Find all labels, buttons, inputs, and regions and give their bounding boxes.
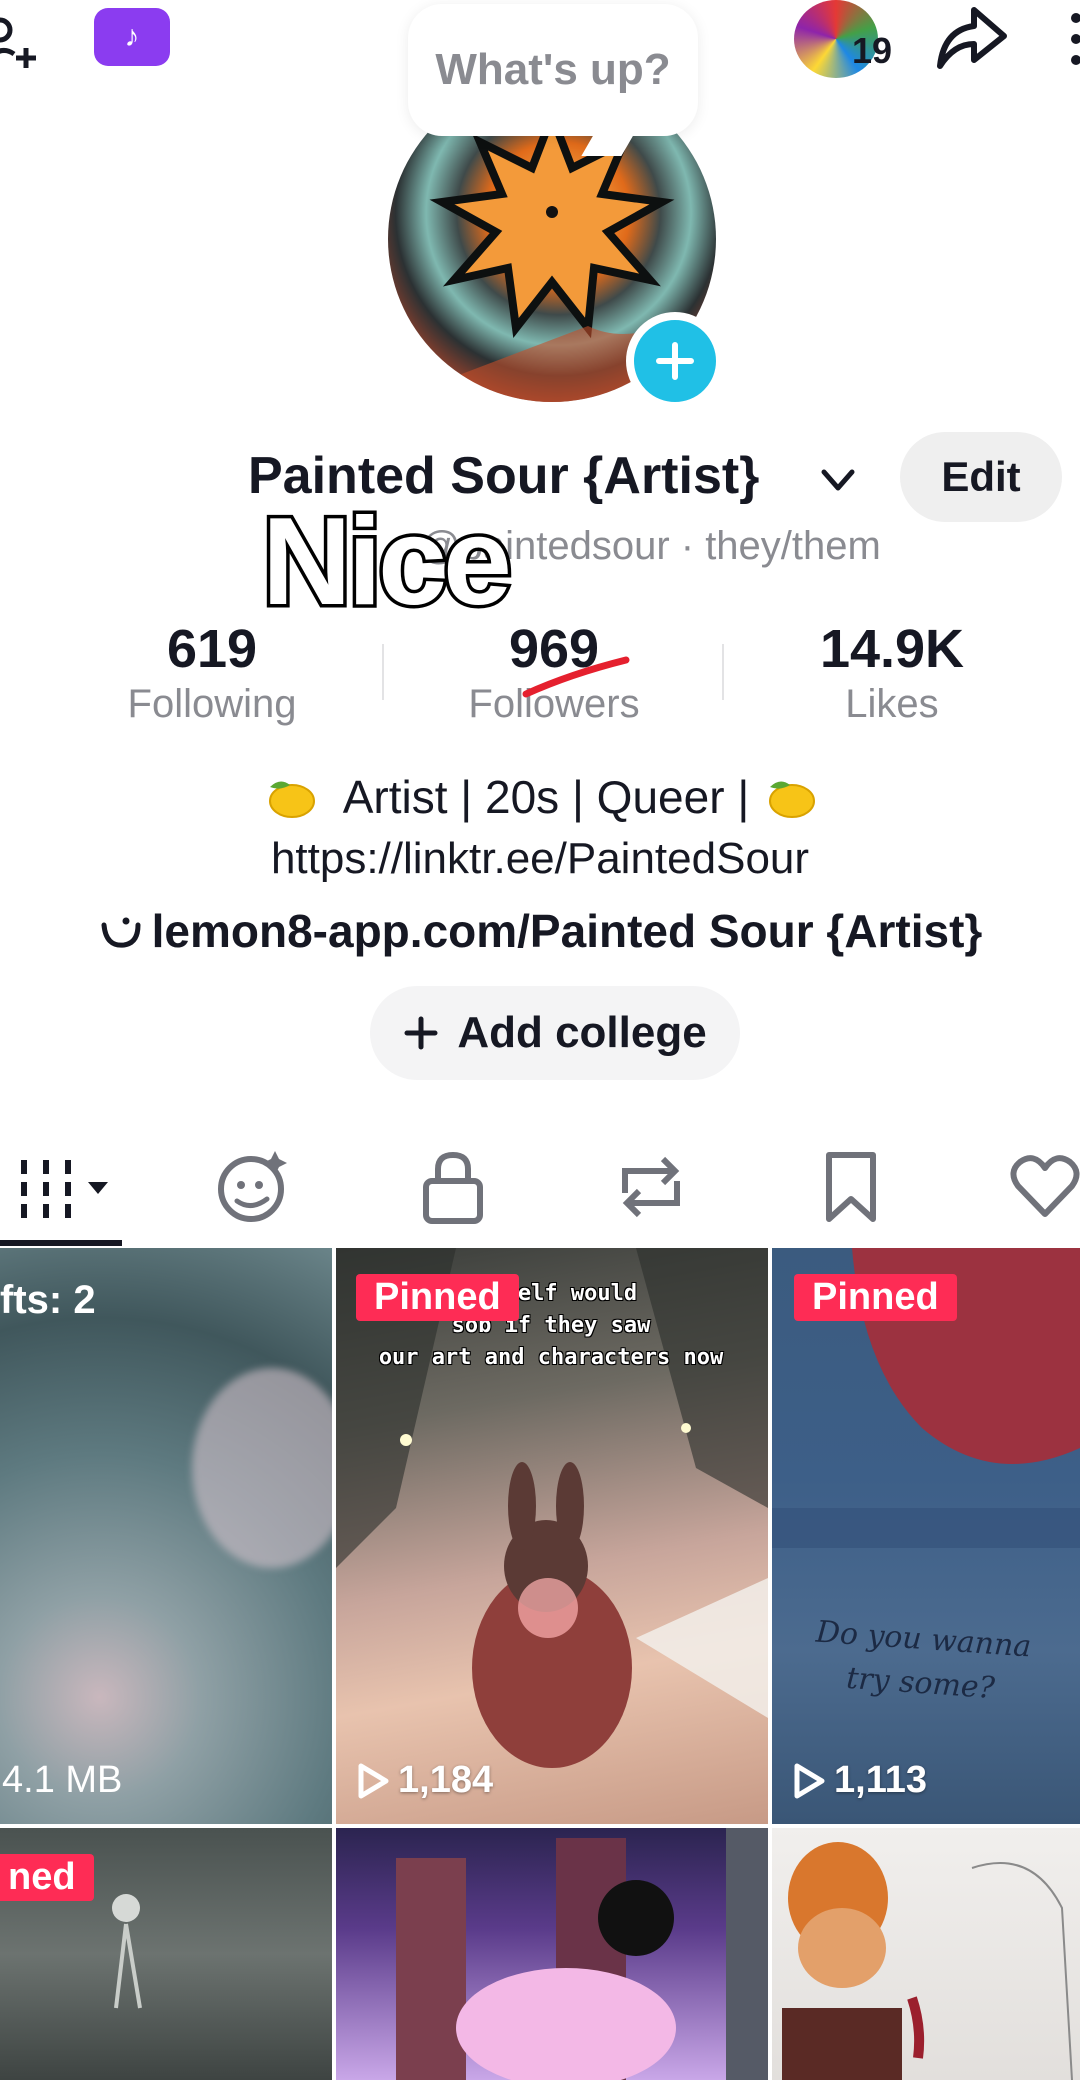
active-tab-indicator xyxy=(0,1240,122,1246)
lemon-icon xyxy=(769,781,816,818)
plus-icon xyxy=(404,1016,438,1050)
red-annotation-mark xyxy=(522,656,630,698)
video-tile[interactable]: ned xyxy=(0,1828,332,2080)
stat-likes[interactable]: 14.9K Likes xyxy=(742,618,1042,727)
video-thumbnail-art xyxy=(782,1842,1073,2080)
lemon-icon xyxy=(268,781,315,818)
whats-up-bubble[interactable]: What's up? xyxy=(408,4,698,136)
bio-line: Artist | 20s | Queer | xyxy=(0,770,1080,824)
chevron-down-icon[interactable] xyxy=(818,460,858,500)
bio-link[interactable]: https://linktr.ee/PaintedSour xyxy=(0,834,1080,884)
add-college-button[interactable]: Add college xyxy=(370,986,740,1080)
heart-icon xyxy=(1010,1155,1080,1217)
play-icon xyxy=(358,1763,389,1798)
video-tile[interactable] xyxy=(772,1828,1080,2080)
stat-divider xyxy=(382,644,384,700)
video-tile[interactable]: er self would sob if they saw our art an… xyxy=(336,1248,768,1824)
top-bar: ♪ What's up? 19 xyxy=(0,0,1080,156)
tab-private[interactable] xyxy=(408,1142,498,1232)
lemon8-link[interactable]: lemon8-app.com/Painted Sour {Artist} xyxy=(0,904,1080,958)
profile-tabs xyxy=(0,1136,1080,1246)
tab-videos[interactable] xyxy=(14,1142,124,1232)
lock-icon xyxy=(423,1151,483,1224)
video-thumbnail-art xyxy=(396,1828,768,2080)
tab-reposts[interactable] xyxy=(606,1142,696,1232)
play-icon xyxy=(794,1763,825,1798)
plus-icon xyxy=(656,342,694,380)
pinned-badge: Pinned xyxy=(356,1274,519,1321)
edit-profile-button[interactable]: Edit xyxy=(900,432,1062,522)
video-tile[interactable]: Do you wanna try some? Pinned 1,113 xyxy=(772,1248,1080,1824)
tab-ai-self[interactable] xyxy=(208,1142,298,1232)
drafts-count: fts: 2 xyxy=(0,1278,96,1322)
drafts-tile[interactable]: fts: 2 4.1 MB xyxy=(0,1248,332,1824)
tab-favorites[interactable] xyxy=(806,1142,896,1232)
tab-liked[interactable] xyxy=(1010,1142,1080,1232)
stat-following[interactable]: 619 Following xyxy=(62,618,362,727)
stat-label: Following xyxy=(127,682,297,726)
pinned-badge-partial: ned xyxy=(0,1854,94,1901)
video-thumbnail-art xyxy=(772,1248,1080,1548)
stat-label: Likes xyxy=(845,682,939,726)
drafts-size: 4.1 MB xyxy=(2,1759,123,1801)
add-story-button[interactable] xyxy=(626,312,724,410)
pinned-badge: Pinned xyxy=(794,1274,957,1321)
stat-value: 619 xyxy=(166,619,258,679)
grid-icon xyxy=(21,1160,108,1218)
story-count: 19 xyxy=(852,30,893,71)
video-note-text: Do you wanna try some? xyxy=(814,1614,1033,1707)
video-caption-overlay: Nice xyxy=(259,493,516,631)
stat-divider xyxy=(722,644,724,700)
bookmark-icon xyxy=(826,1152,876,1222)
view-count: 1,184 xyxy=(356,1759,493,1802)
stat-value: 14.9K xyxy=(819,619,965,679)
tiktok-studio-icon[interactable]: ♪ xyxy=(94,8,170,66)
video-tile[interactable] xyxy=(336,1828,768,2080)
add-friend-icon[interactable] xyxy=(0,14,40,74)
lemon8-smile-icon xyxy=(101,917,141,948)
add-college-label: Add college xyxy=(457,1008,707,1057)
repost-icon xyxy=(622,1156,680,1218)
bio-text: Artist | 20s | Queer | xyxy=(342,771,750,823)
share-icon[interactable] xyxy=(930,2,1010,72)
view-count: 1,113 xyxy=(792,1759,927,1802)
lemon8-text: lemon8-app.com/Painted Sour {Artist} xyxy=(151,905,983,957)
more-icon[interactable] xyxy=(1068,10,1080,68)
ai-face-icon xyxy=(218,1151,287,1222)
